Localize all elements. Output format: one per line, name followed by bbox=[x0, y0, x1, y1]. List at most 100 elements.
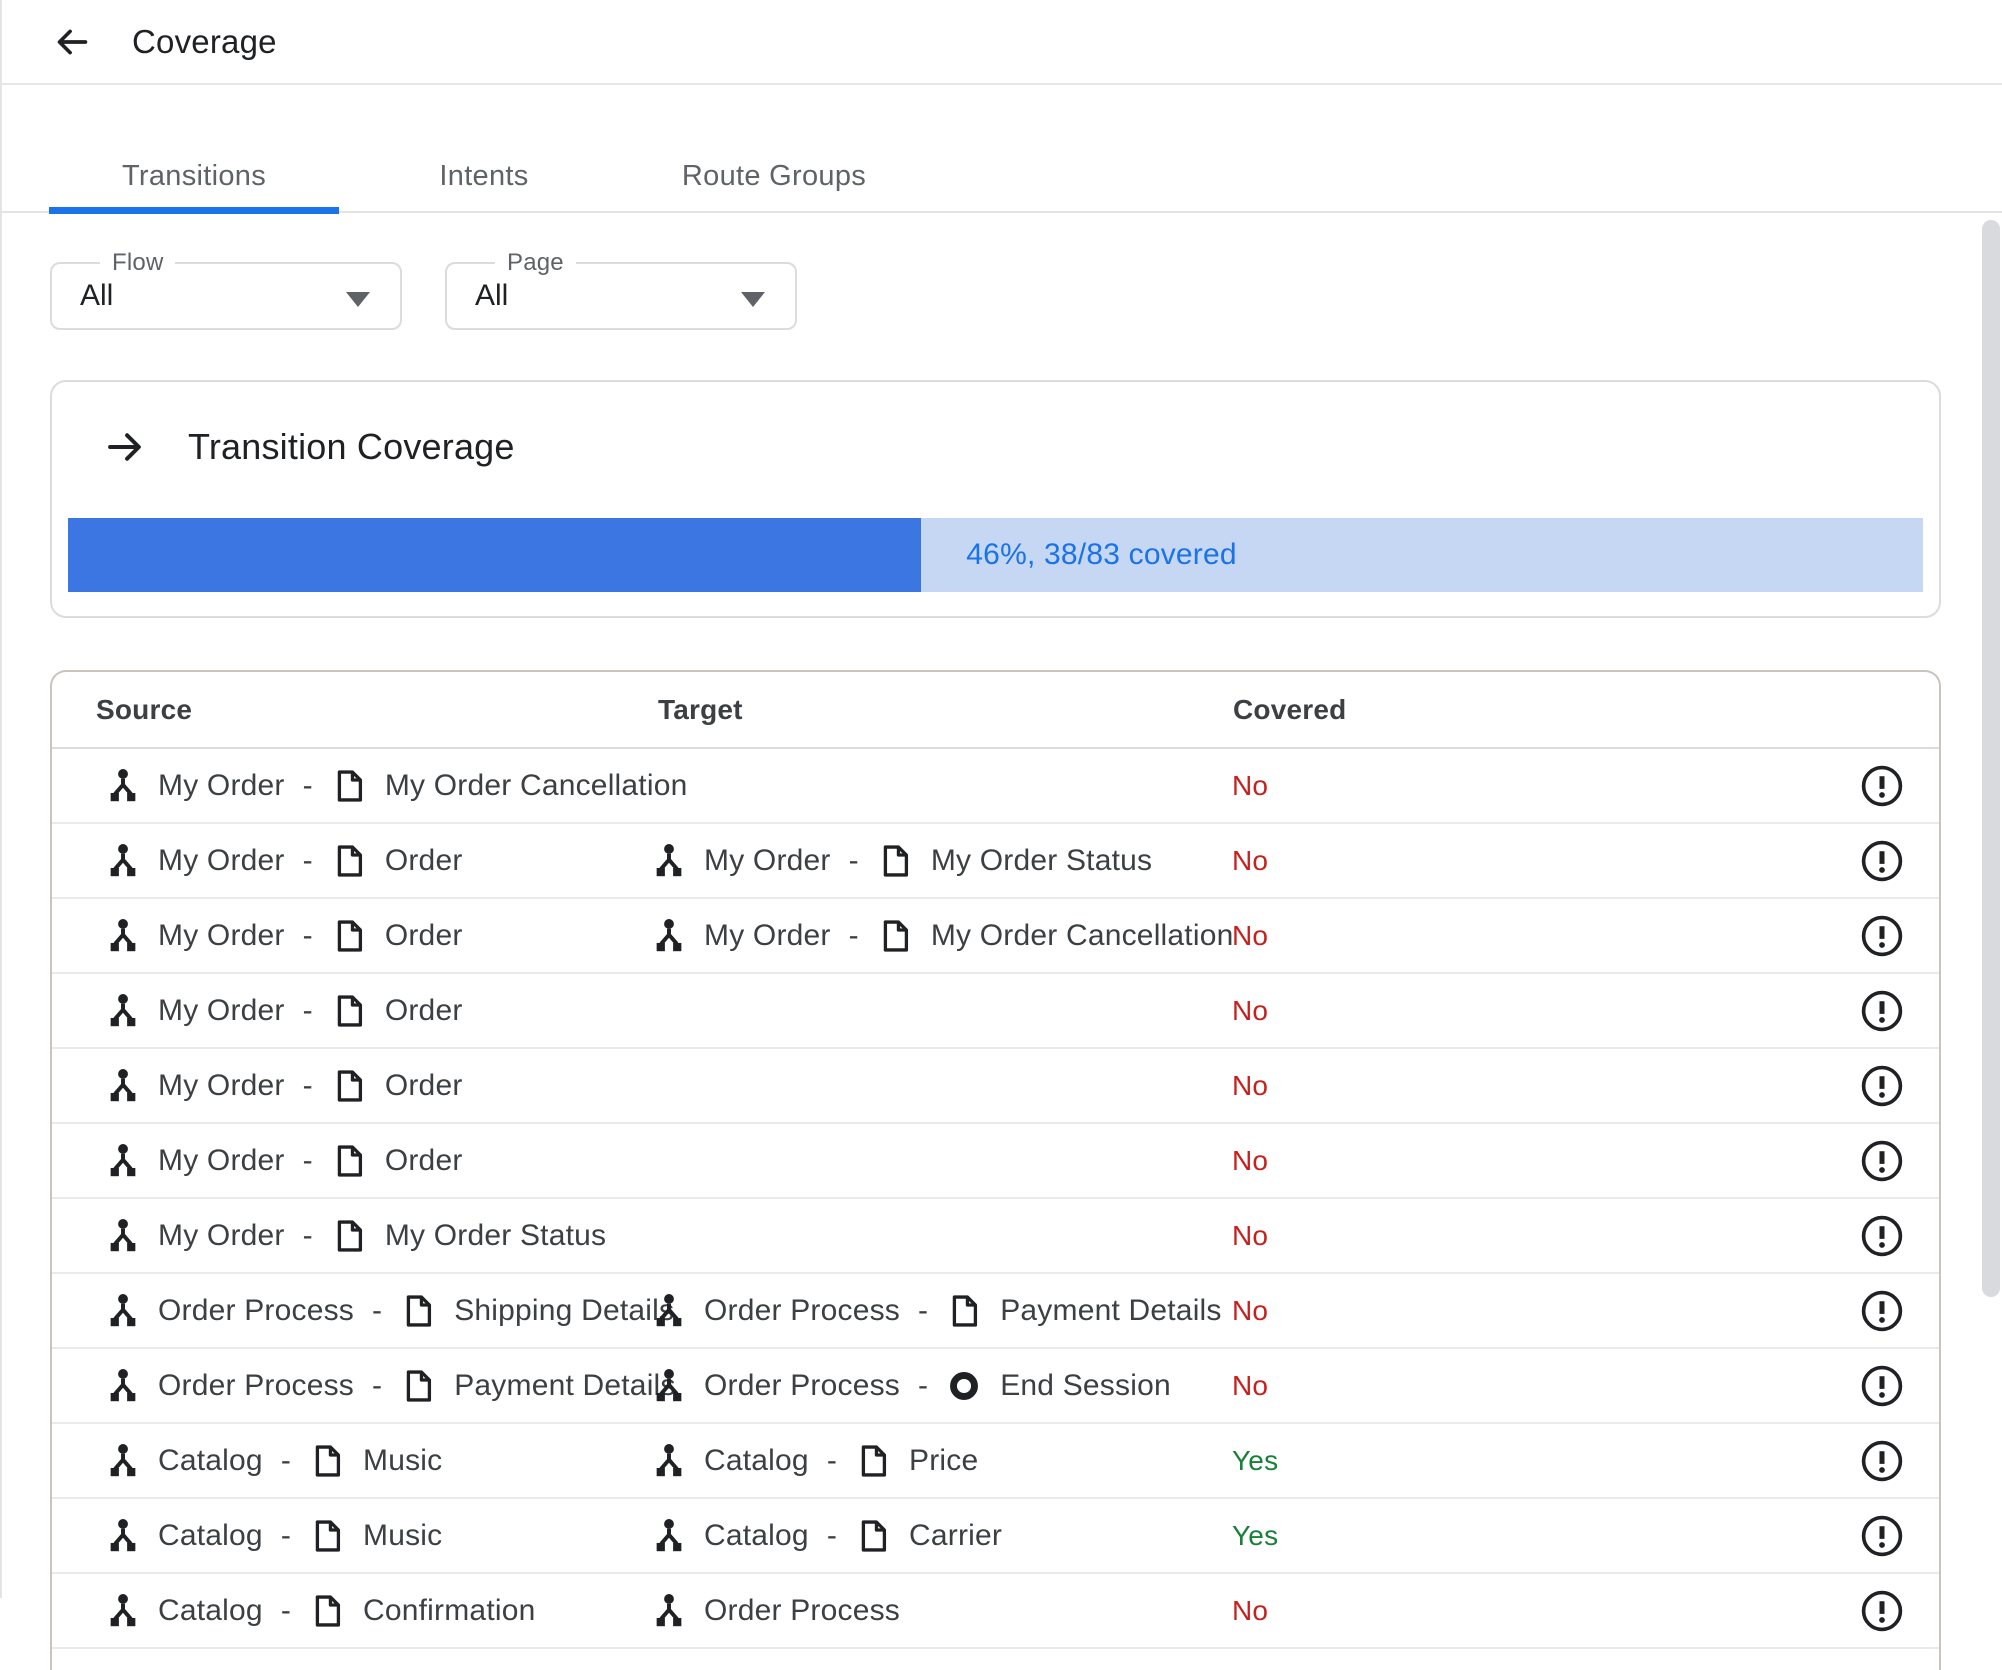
flow-select[interactable]: Flow All bbox=[50, 249, 402, 330]
table-row: My Order - Order No bbox=[52, 974, 1939, 1049]
flow-icon bbox=[104, 990, 142, 1032]
error-info-icon[interactable] bbox=[1859, 913, 1905, 959]
table-row: My Order - Order My Order - bbox=[52, 899, 1939, 974]
flow-icon bbox=[104, 1440, 142, 1482]
error-info-icon[interactable] bbox=[1859, 988, 1905, 1034]
dash-separator: - bbox=[826, 1443, 838, 1477]
dropdown-arrow-icon bbox=[741, 292, 765, 307]
flow-icon bbox=[104, 1365, 142, 1407]
error-info-icon[interactable] bbox=[1859, 838, 1905, 884]
coverage-table: Source Target Covered My Order - My Orde… bbox=[50, 670, 1941, 1670]
covered-cell: No bbox=[1232, 845, 1268, 877]
page-icon bbox=[331, 766, 367, 806]
dash-separator: - bbox=[826, 1518, 838, 1552]
error-info-icon[interactable] bbox=[1859, 763, 1905, 809]
flow-icon bbox=[104, 1515, 142, 1557]
tab-label: Transitions bbox=[121, 159, 267, 192]
end-session-icon bbox=[946, 1368, 982, 1404]
error-info-icon[interactable] bbox=[1859, 1063, 1905, 1109]
source-cell: My Order - Order bbox=[52, 915, 650, 957]
arrow-back-icon bbox=[53, 23, 91, 61]
coverage-progress-fill bbox=[68, 518, 922, 592]
flow-name: Order Process bbox=[704, 1593, 900, 1627]
back-button[interactable] bbox=[44, 14, 100, 70]
flow-icon bbox=[104, 1065, 142, 1107]
active-tab-indicator bbox=[49, 207, 339, 214]
source-cell: My Order - Order bbox=[52, 840, 650, 882]
dash-separator: - bbox=[302, 768, 313, 802]
page-name: Order bbox=[384, 993, 463, 1027]
page-icon bbox=[331, 916, 367, 956]
table-row: My Order - Order No bbox=[52, 1049, 1939, 1124]
transition-coverage-card: Transition Coverage 46%, 38/83 covered bbox=[50, 380, 1941, 618]
page-name: Music bbox=[363, 1443, 443, 1477]
table-row: Catalog - Music Catalog - bbox=[52, 1424, 1939, 1499]
flow-name: Order Process bbox=[704, 1293, 900, 1327]
target-cell: Catalog - Carrier bbox=[650, 1515, 1232, 1557]
page-icon bbox=[877, 916, 913, 956]
flow-icon bbox=[650, 1365, 688, 1407]
scrollbar-thumb[interactable] bbox=[1982, 220, 2000, 1297]
page-name: End Session bbox=[1000, 1368, 1171, 1402]
flow-name: Catalog bbox=[158, 1593, 263, 1627]
flow-name: Order Process bbox=[158, 1293, 354, 1327]
error-info-icon[interactable] bbox=[1859, 1138, 1905, 1184]
arrow-forward-icon bbox=[104, 426, 146, 468]
table-row: My Order - Order My Order - bbox=[52, 824, 1939, 899]
covered-cell: No bbox=[1232, 995, 1268, 1027]
tab-label: Intents bbox=[439, 159, 529, 192]
error-info-icon[interactable] bbox=[1859, 1288, 1905, 1334]
column-header-source: Source bbox=[96, 693, 193, 725]
covered-cell: Yes bbox=[1232, 1445, 1278, 1477]
page-select[interactable]: Page All bbox=[445, 249, 797, 330]
covered-cell: No bbox=[1232, 1370, 1268, 1402]
filter-row: Flow All Page All bbox=[50, 249, 2002, 330]
dash-separator: - bbox=[372, 1293, 383, 1327]
dash-separator: - bbox=[918, 1293, 929, 1327]
table-row: My Order - Order No bbox=[52, 1124, 1939, 1199]
page-name: Shipping Details bbox=[454, 1293, 675, 1327]
tab-intents[interactable]: Intents bbox=[339, 139, 629, 213]
page-name: Order bbox=[384, 1143, 463, 1177]
table-row: My Order - My Order Cancellation No bbox=[52, 749, 1939, 824]
error-info-icon[interactable] bbox=[1859, 1513, 1905, 1559]
page-icon bbox=[331, 991, 367, 1031]
flow-icon bbox=[104, 1590, 142, 1632]
page-name: Payment Details bbox=[1000, 1293, 1222, 1327]
dash-separator: - bbox=[372, 1368, 383, 1402]
error-info-icon[interactable] bbox=[1859, 1438, 1905, 1484]
page-name: Payment Details bbox=[454, 1368, 676, 1402]
error-info-icon[interactable] bbox=[1859, 1213, 1905, 1259]
dash-separator: - bbox=[302, 918, 313, 952]
page-icon bbox=[331, 1141, 367, 1181]
error-info-icon[interactable] bbox=[1859, 1363, 1905, 1409]
target-cell: My Order - My Order Cancellation bbox=[650, 915, 1233, 957]
page-select-value: All bbox=[475, 279, 509, 312]
vertical-scrollbar bbox=[1980, 215, 2002, 1598]
target-cell: My Order - My Order Status bbox=[650, 840, 1232, 882]
covered-value: No bbox=[1232, 844, 1269, 876]
table-row: Order Process - Shipping Details Order P… bbox=[52, 1274, 1939, 1349]
dash-separator: - bbox=[302, 993, 313, 1027]
table-row: Catalog - Music Catalog - bbox=[52, 1499, 1939, 1574]
target-cell: Order Process - Payment Details bbox=[650, 1290, 1232, 1332]
covered-value: Yes bbox=[1232, 1519, 1279, 1551]
source-cell: Order Process - Payment Details bbox=[52, 1365, 675, 1407]
coverage-progress-bar: 46%, 38/83 covered bbox=[68, 518, 1923, 592]
covered-value: No bbox=[1232, 1594, 1269, 1626]
tab-transitions[interactable]: Transitions bbox=[49, 139, 339, 214]
covered-cell: No bbox=[1232, 770, 1268, 802]
covered-cell: No bbox=[1232, 1070, 1268, 1102]
flow-name: Catalog bbox=[158, 1518, 263, 1552]
flow-name: Order Process bbox=[704, 1368, 900, 1402]
app-header: Coverage bbox=[2, 0, 2002, 85]
dash-separator: - bbox=[302, 1218, 313, 1252]
source-cell: My Order - Order bbox=[52, 1065, 650, 1107]
flow-name: Order Process bbox=[158, 1368, 354, 1402]
page-name: Price bbox=[909, 1443, 979, 1477]
error-info-icon[interactable] bbox=[1859, 1588, 1905, 1634]
flow-name: My Order bbox=[158, 843, 285, 877]
flow-icon bbox=[104, 1290, 142, 1332]
tab-route-groups[interactable]: Route Groups bbox=[629, 139, 919, 213]
covered-value: No bbox=[1232, 1219, 1269, 1251]
